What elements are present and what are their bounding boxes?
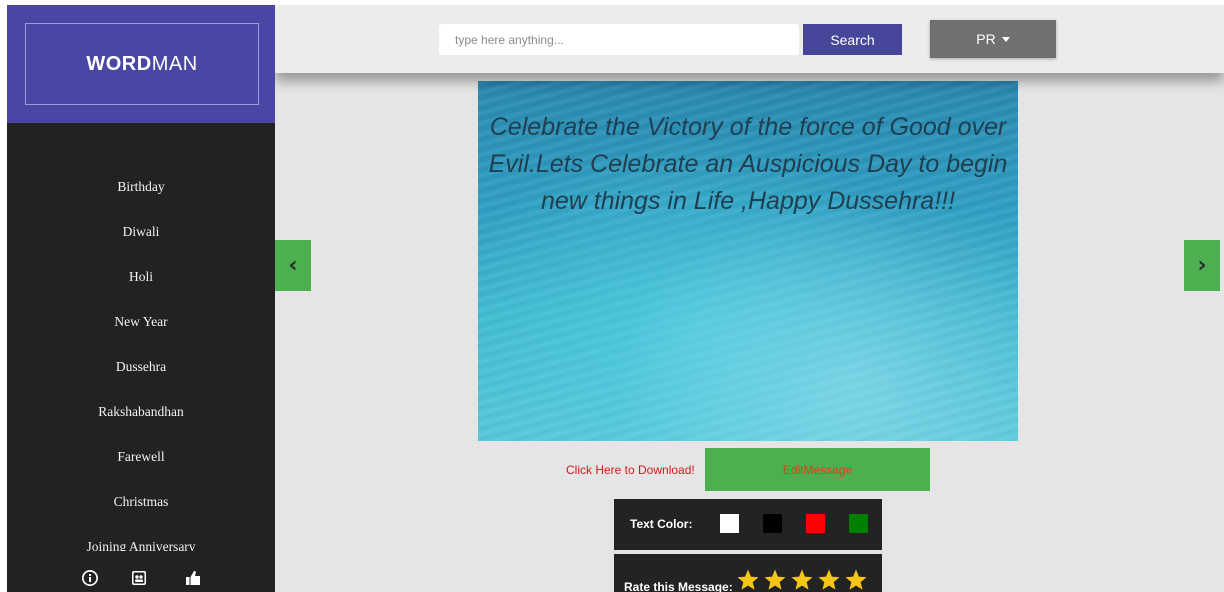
greeting-card: Celebrate the Victory of the force of Go… (478, 81, 1018, 441)
search-button[interactable]: Search (803, 24, 902, 55)
next-arrow-button[interactable]: › (1184, 240, 1220, 291)
sidebar-item-farewell[interactable]: Farewell (7, 441, 275, 486)
rating-label: Rate this Message: (624, 580, 733, 592)
color-swatch-green[interactable] (849, 514, 868, 533)
sidebar-item-diwali[interactable]: Diwali (7, 216, 275, 261)
download-link[interactable]: Click Here to Download! (566, 463, 695, 477)
info-icon[interactable] (81, 569, 99, 587)
logo-text-bold: WORD (86, 52, 152, 75)
sidebar-item-rakshabandhan[interactable]: Rakshabandhan (7, 396, 275, 441)
color-swatch-black[interactable] (763, 514, 782, 533)
contact-icon[interactable] (130, 569, 148, 587)
sidebar-nav: Birthday Diwali Holi New Year Dussehra R… (7, 171, 275, 551)
text-color-label: Text Color: (630, 517, 693, 531)
top-bar: Search PR (275, 5, 1224, 73)
rating-panel: Rate this Message: (614, 554, 882, 592)
language-label: PR (976, 31, 996, 47)
search-input[interactable] (439, 24, 799, 55)
caret-down-icon (1001, 36, 1010, 42)
sidebar-item-dussehra[interactable]: Dussehra (7, 351, 275, 396)
star-icon[interactable] (736, 568, 760, 592)
star-icon[interactable] (817, 568, 841, 592)
color-swatch-white[interactable] (720, 514, 739, 533)
sidebar-footer (7, 551, 275, 592)
logo-text: WORDMAN (86, 53, 197, 76)
star-icon[interactable] (790, 568, 814, 592)
edit-message-button[interactable]: EditMessage (705, 448, 930, 491)
sidebar: WORDMAN Birthday Diwali Holi New Year Du… (7, 5, 275, 592)
star-icon[interactable] (763, 568, 787, 592)
sidebar-item-new-year[interactable]: New Year (7, 306, 275, 351)
logo-block: WORDMAN (7, 5, 275, 123)
previous-arrow-button[interactable]: ‹ (275, 240, 311, 291)
text-color-panel: Text Color: (614, 499, 882, 550)
logo[interactable]: WORDMAN (25, 23, 259, 105)
card-message: Celebrate the Victory of the force of Go… (488, 113, 1008, 215)
sidebar-item-joining-anniversary[interactable]: Joining Anniversary (7, 531, 275, 551)
chevron-right-icon: › (1197, 253, 1207, 278)
color-swatch-red[interactable] (806, 514, 825, 533)
star-icon[interactable] (844, 568, 868, 592)
thumbs-up-icon[interactable] (184, 569, 202, 587)
language-dropdown[interactable]: PR (930, 20, 1056, 58)
sidebar-item-christmas[interactable]: Christmas (7, 486, 275, 531)
logo-text-light: MAN (151, 52, 198, 75)
sidebar-item-birthday[interactable]: Birthday (7, 171, 275, 216)
main-area: Search PR Celebrate the Victory of the f… (275, 5, 1224, 592)
chevron-left-icon: ‹ (288, 253, 298, 278)
sidebar-item-holi[interactable]: Holi (7, 261, 275, 306)
